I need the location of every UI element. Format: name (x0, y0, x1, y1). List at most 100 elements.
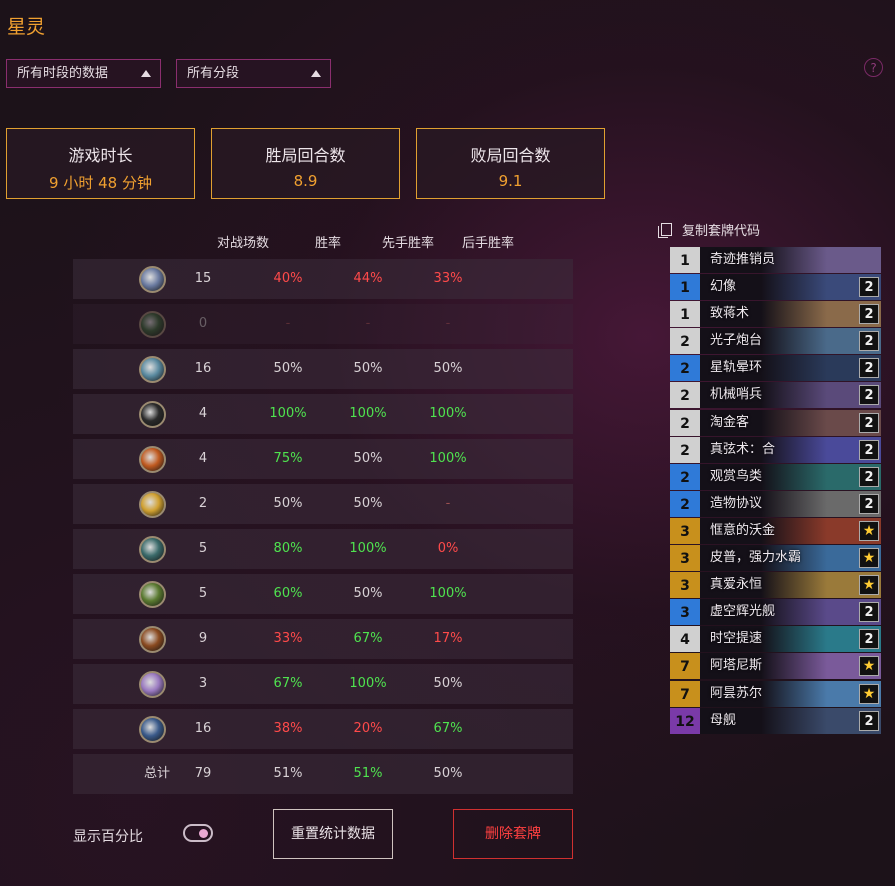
cell-second: - (445, 316, 451, 331)
table-row: 5 80% 100% 0% (73, 529, 573, 569)
card-name: 母舰 (710, 712, 737, 728)
deck-card[interactable]: 1 奇迹推销员 (670, 247, 881, 273)
header-games: 对战场数 (216, 236, 269, 251)
deck-card[interactable]: 3 虚空辉光舰 2 (670, 599, 881, 626)
cell-first: - (365, 316, 371, 331)
toggle-knob (199, 829, 208, 838)
card-cost: 1 (670, 274, 700, 301)
card-count: 2 (859, 602, 879, 623)
card-name: 星轨晕环 (710, 360, 763, 376)
time-filter-value: 所有时段的数据 (17, 66, 109, 81)
show-percentage-toggle[interactable] (183, 824, 213, 842)
table-row: 4 75% 50% 100% (73, 439, 573, 479)
card-cost: 3 (670, 517, 700, 544)
demon-hunter-class-icon (139, 536, 166, 563)
deck-card[interactable]: 3 真爱永恒 ★ (670, 572, 881, 599)
card-name: 幻像 (710, 279, 737, 295)
card-count: 2 (859, 331, 879, 352)
stat-play-time: 游戏时长 9 小时 48 分钟 (6, 128, 195, 199)
cell-winrate: 80% (273, 541, 303, 556)
cell-games: 9 (198, 631, 208, 646)
deck-card[interactable]: 2 光子炮台 2 (670, 328, 881, 355)
legendary-star-icon: ★ (859, 548, 879, 569)
cell-winrate: - (285, 316, 291, 331)
card-cost: 3 (670, 599, 700, 626)
card-cost: 2 (670, 328, 700, 355)
cell-games: 16 (194, 361, 212, 376)
rogue-class-icon (139, 401, 166, 428)
deck-card[interactable]: 2 淘金客 2 (670, 409, 881, 436)
stat-loss-turns: 败局回合数 9.1 (416, 128, 605, 199)
delete-deck-button[interactable]: 删除套牌 (453, 809, 573, 859)
cell-winrate: 33% (273, 631, 303, 646)
table-row: 2 50% 50% - (73, 484, 573, 524)
cell-winrate: 50% (273, 361, 303, 376)
cell-second: 33% (433, 271, 463, 286)
card-cost: 2 (670, 382, 700, 409)
reset-stats-button[interactable]: 重置统计数据 (273, 809, 393, 859)
page-title: 星灵 (7, 16, 46, 38)
time-filter-dropdown[interactable]: 所有时段的数据 (6, 59, 161, 88)
legendary-star-icon: ★ (859, 575, 879, 596)
cell-first: 51% (353, 766, 383, 781)
copy-deck-code-button[interactable]: 复制套牌代码 (658, 220, 761, 239)
help-icon[interactable]: ? (864, 58, 883, 77)
cell-games: 16 (194, 721, 212, 736)
rank-filter-value: 所有分段 (187, 66, 240, 81)
table-row: 16 50% 50% 50% (73, 349, 573, 389)
card-name: 光子炮台 (710, 333, 763, 349)
card-cost: 2 (670, 463, 700, 490)
card-cost: 2 (670, 436, 700, 463)
card-cost: 7 (670, 653, 700, 680)
legendary-star-icon: ★ (859, 520, 879, 541)
stat-value: 9.1 (498, 172, 523, 190)
deck-card[interactable]: 2 星轨晕环 2 (670, 355, 881, 382)
deck-card[interactable]: 12 母舰 2 (670, 707, 881, 734)
cell-first: 100% (349, 676, 387, 691)
card-cost: 2 (670, 355, 700, 382)
copy-deck-code-label: 复制套牌代码 (682, 224, 761, 239)
deck-card[interactable]: 7 阿昙苏尔 ★ (670, 680, 881, 707)
card-cost: 2 (670, 409, 700, 436)
deck-card[interactable]: 1 致蒋术 2 (670, 301, 881, 328)
druid-class-icon (139, 311, 166, 338)
card-name: 恇意的沃金 (710, 522, 776, 538)
triangle-up-icon (311, 70, 321, 77)
card-count: 2 (859, 439, 879, 460)
deck-card[interactable]: 2 真弦术：合 2 (670, 436, 881, 463)
deck-card[interactable]: 1 幻像 2 (670, 274, 881, 301)
deck-card[interactable]: 2 观赏鸟类 2 (670, 463, 881, 490)
copy-icon (658, 223, 672, 238)
cell-second: 50% (433, 766, 463, 781)
card-count: 2 (859, 358, 879, 379)
show-percentage-label: 显示百分比 (73, 829, 143, 845)
paladin-class-icon (139, 491, 166, 518)
table-row: 5 60% 50% 100% (73, 574, 573, 614)
deck-card[interactable]: 3 皮普，强力水霸 ★ (670, 545, 881, 572)
mage-class-icon (139, 266, 166, 293)
card-count: 2 (859, 466, 879, 487)
cell-first: 100% (349, 541, 387, 556)
deck-card[interactable]: 3 恇意的沃金 ★ (670, 517, 881, 544)
cell-second: 100% (429, 586, 467, 601)
cell-winrate: 100% (269, 406, 307, 421)
deck-card[interactable]: 4 时空提速 2 (670, 626, 881, 653)
cell-first: 50% (353, 586, 383, 601)
card-cost: 7 (670, 680, 700, 707)
deck-card[interactable]: 2 机械哨兵 2 (670, 382, 881, 409)
cell-second: 67% (433, 721, 463, 736)
card-art (761, 247, 881, 273)
card-name: 虚空辉光舰 (710, 604, 776, 620)
cell-second: 17% (433, 631, 463, 646)
card-name: 皮普，强力水霸 (710, 550, 802, 566)
cell-first: 100% (349, 406, 387, 421)
cell-games: 5 (198, 541, 208, 556)
deck-card[interactable]: 7 阿塔尼斯 ★ (670, 653, 881, 680)
rank-filter-dropdown[interactable]: 所有分段 (176, 59, 331, 88)
cell-winrate: 51% (273, 766, 303, 781)
priest-class-icon (139, 671, 166, 698)
cell-first: 50% (353, 361, 383, 376)
deck-card[interactable]: 2 造物协议 2 (670, 490, 881, 517)
cell-second: 0% (437, 541, 459, 556)
cell-first: 50% (353, 496, 383, 511)
